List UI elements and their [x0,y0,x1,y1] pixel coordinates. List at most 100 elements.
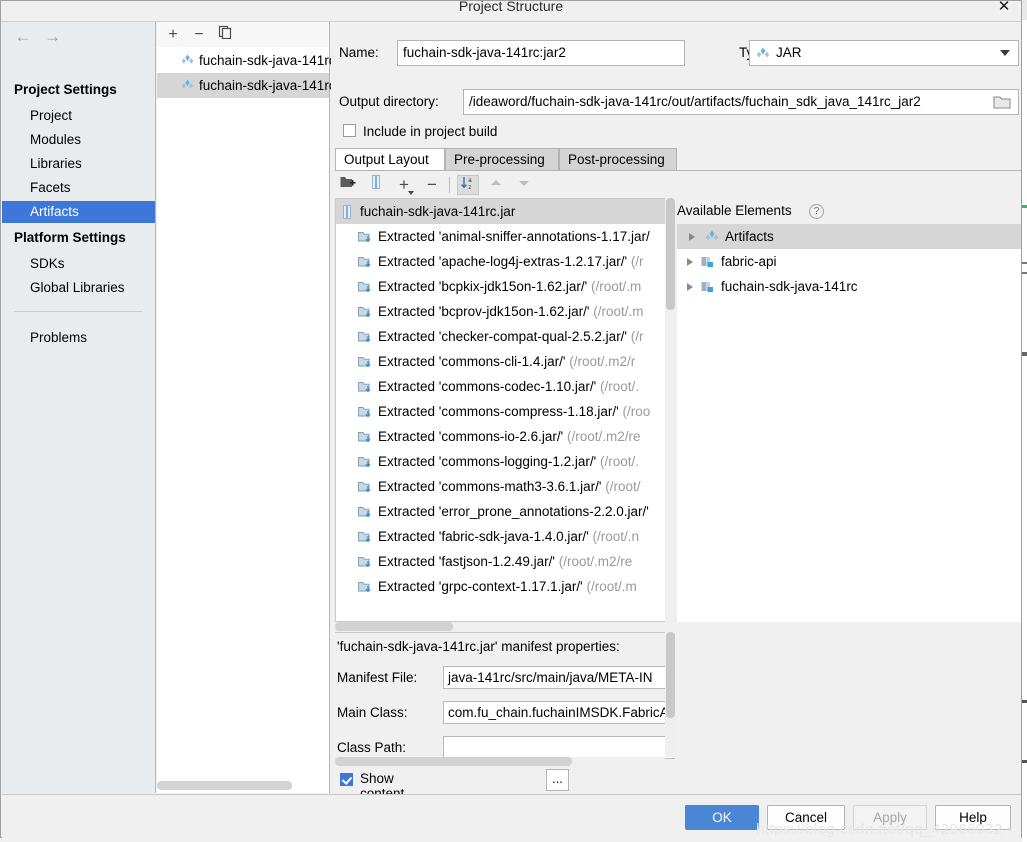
type-select[interactable]: JAR [749,40,1019,66]
expand-triangle-icon[interactable] [687,258,693,266]
artifacts-list-panel: + − fuchain-sdk-java-141rc:jar fuchain-s… [157,22,362,793]
class-path-input[interactable] [443,736,675,759]
list-item[interactable]: Artifacts [677,224,1021,249]
expand-triangle-icon[interactable] [689,233,695,241]
tree-row[interactable]: Extracted 'bcprov-jdk15on-1.62.jar/' (/r… [336,299,674,324]
extracted-directory-icon [358,557,371,568]
tab-output-layout[interactable]: Output Layout [335,148,445,171]
sort-icon[interactable]: a z [457,175,479,195]
tree-row[interactable]: Extracted 'bcpkix-jdk15on-1.62.jar/' (/r… [336,274,674,299]
remove-icon[interactable]: − [421,175,443,195]
tree-row[interactable]: Extracted 'error_prone_annotations-2.2.0… [336,499,674,524]
manifest-title: 'fuchain-sdk-java-141rc.jar' manifest pr… [337,639,620,654]
tree-row[interactable]: Extracted 'fabric-sdk-java-1.4.0.jar/' (… [336,524,674,549]
available-elements-list[interactable]: Artifacts fabric-api fuchain-sdk-java-14… [677,224,1021,622]
tree-row[interactable]: Extracted 'animal-sniffer-annotations-1.… [336,224,674,249]
extracted-directory-icon [358,282,371,293]
manifest-horizontal-scrollbar[interactable] [335,757,665,766]
background-editor-strip [1022,0,1027,842]
show-content-checkbox[interactable] [340,773,353,786]
settings-sidebar: ← → Project Settings Project Modules Lib… [2,22,156,793]
svg-text:a: a [468,178,472,184]
module-icon [701,282,713,292]
more-options-button[interactable]: ... [546,769,569,791]
tree-row[interactable]: Extracted 'fastjson-1.2.49.jar/' (/root/… [336,549,674,574]
forward-arrow-icon[interactable]: → [40,26,66,48]
help-icon[interactable]: ? [809,204,824,219]
include-in-project-build-label: Include in project build [363,124,498,139]
tree-row[interactable]: Extracted 'commons-io-2.6.jar/' (/root/.… [336,424,674,449]
list-item[interactable]: fuchain-sdk-java-141rc:jar [157,48,354,73]
add-copy-of-icon[interactable]: + [393,175,415,195]
sidebar-nav-arrows: ← → [10,26,66,48]
manifest-vertical-scrollbar[interactable] [665,632,676,757]
extracted-directory-icon [358,432,371,443]
manifest-properties-panel: 'fuchain-sdk-java-141rc.jar' manifest pr… [335,632,675,767]
expand-triangle-icon[interactable] [687,283,693,291]
browse-folder-icon[interactable] [993,94,1011,110]
extracted-directory-icon [358,382,371,393]
dialog-title: Project Structure [458,0,564,14]
tab-post-processing[interactable]: Post-processing [559,148,677,171]
editor-tabs: Output Layout Pre-processing Post-proces… [335,148,1021,171]
sidebar-divider [14,311,142,312]
ok-button[interactable]: OK [685,805,759,830]
sidebar-item-libraries[interactable]: Libraries [2,153,155,175]
sidebar-item-problems[interactable]: Problems [2,327,155,349]
include-in-project-build-checkbox[interactable] [343,124,356,137]
create-directory-icon[interactable] [337,175,359,195]
archive-icon [343,205,351,219]
tree-vertical-scrollbar[interactable] [665,198,676,622]
tree-row[interactable]: Extracted 'commons-compress-1.18.jar/' (… [336,399,674,424]
extracted-directory-icon [358,457,371,468]
sidebar-item-artifacts[interactable]: Artifacts [2,201,155,223]
copy-artifact-button[interactable] [215,25,235,44]
sidebar-section-platform-settings: Platform Settings [14,230,126,245]
close-icon[interactable]: ✕ [997,0,1011,14]
artifacts-toolbar: + − [157,22,329,47]
output-directory-input[interactable]: /ideaword/fuchain-sdk-java-141rc/out/art… [463,89,1019,115]
extracted-directory-icon [358,582,371,593]
sidebar-item-modules[interactable]: Modules [2,129,155,151]
tree-row-label: Extracted 'error_prone_annotations-2.2.0… [378,504,649,519]
tree-row[interactable]: Extracted 'checker-compat-qual-2.5.2.jar… [336,324,674,349]
extracted-directory-icon [358,407,371,418]
tree-row-label: Extracted 'commons-logging-1.2.jar/' (/r… [378,454,640,469]
available-elements-header: Available Elements [677,203,792,218]
tree-row-label: Extracted 'bcpkix-jdk15on-1.62.jar/' (/r… [378,279,642,294]
tree-row[interactable]: fuchain-sdk-java-141rc.jar [336,199,674,224]
name-label: Name: [339,45,379,60]
tree-row[interactable]: Extracted 'commons-codec-1.10.jar/' (/ro… [336,374,674,399]
list-item[interactable]: fabric-api [677,249,1021,274]
back-arrow-icon[interactable]: ← [10,26,36,48]
tree-horizontal-scrollbar[interactable] [335,622,675,631]
tree-row[interactable]: Extracted 'commons-math3-3.6.1.jar/' (/r… [336,474,674,499]
tree-row[interactable]: Extracted 'commons-logging-1.2.jar/' (/r… [336,449,674,474]
tree-row[interactable]: Extracted 'apache-log4j-extras-1.2.17.ja… [336,249,674,274]
tree-row[interactable]: Extracted 'grpc-context-1.17.1.jar/' (/r… [336,574,674,599]
artifact-editor: Name: fuchain-sdk-java-141rc:jar2 Type: … [331,22,1021,831]
project-structure-dialog: Project Structure ✕ ← → Project Settings… [0,0,1022,838]
output-layout-toolbar: + − a z [335,172,673,197]
sidebar-item-facets[interactable]: Facets [2,177,155,199]
main-class-input[interactable]: com.fu_chain.fuchainIMSDK.FabricA [443,701,675,724]
main-class-label: Main Class: [337,705,408,720]
tab-pre-processing[interactable]: Pre-processing [445,148,559,171]
list-item[interactable]: fuchain-sdk-java-141rc:jar2 [157,73,362,98]
sidebar-section-project-settings: Project Settings [14,82,117,97]
output-layout-tree[interactable]: fuchain-sdk-java-141rc.jar Extracted 'an… [335,198,675,622]
sidebar-item-global-libraries[interactable]: Global Libraries [2,277,155,299]
extracted-directory-icon [358,357,371,368]
artifacts-horizontal-scrollbar[interactable] [157,780,329,791]
tree-row[interactable]: Extracted 'commons-cli-1.4.jar/' (/root/… [336,349,674,374]
list-item[interactable]: fuchain-sdk-java-141rc [677,274,1021,299]
name-input[interactable]: fuchain-sdk-java-141rc:jar2 [397,40,685,66]
extracted-directory-icon [358,232,371,243]
remove-artifact-button[interactable]: − [189,25,209,44]
sidebar-item-project[interactable]: Project [2,105,155,127]
create-archive-icon[interactable] [365,175,387,195]
sidebar-item-sdks[interactable]: SDKs [2,253,155,275]
add-artifact-button[interactable]: + [163,25,183,44]
manifest-file-input[interactable]: java-141rc/src/main/java/META-IN [443,666,675,689]
tree-row-label: Extracted 'fabric-sdk-java-1.4.0.jar/' (… [378,529,640,544]
